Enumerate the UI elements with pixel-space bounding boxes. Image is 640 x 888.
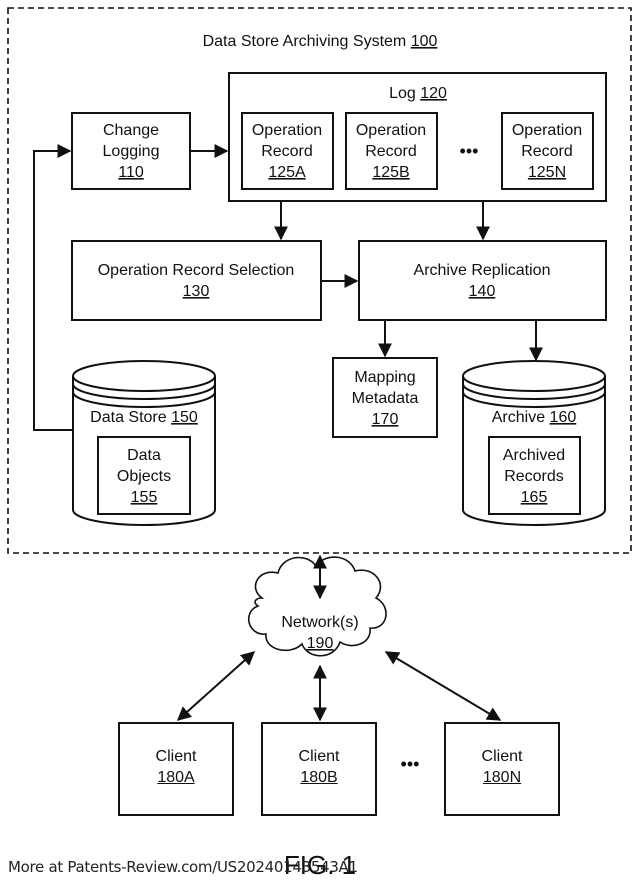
svg-text:125B: 125B: [372, 164, 409, 181]
log-ellipsis: •••: [460, 141, 479, 161]
operation-record-125a: Operation Record 125A: [241, 112, 334, 190]
network-cloud: Network(s) 190: [247, 556, 387, 657]
operation-record-selection-box: Operation Record Selection 130: [71, 240, 322, 321]
svg-text:190: 190: [307, 635, 334, 652]
svg-text:Record: Record: [521, 143, 573, 160]
svg-text:Archived: Archived: [503, 447, 565, 464]
arrow-network-client-n: [384, 651, 502, 721]
svg-text:110: 110: [118, 164, 144, 181]
client-ref: 180N: [482, 769, 522, 786]
mapping-metadata-box: Mapping Metadata 170: [332, 357, 438, 438]
svg-text:Change: Change: [103, 122, 159, 139]
svg-text:Operation: Operation: [356, 122, 426, 139]
svg-text:Data: Data: [127, 447, 161, 464]
svg-text:Operation: Operation: [512, 122, 582, 139]
client-box-180n: Client 180N: [444, 722, 560, 816]
svg-text:170: 170: [372, 411, 399, 428]
client-ref: 180B: [300, 769, 338, 786]
svg-text:Archive 160: Archive 160: [492, 409, 577, 426]
svg-text:Archive Replication: Archive Replication: [414, 262, 551, 279]
change-logging-box: Change Logging 110: [71, 112, 191, 190]
client-label: Client: [155, 748, 197, 765]
client-box-180b: Client 180B: [261, 722, 377, 816]
operation-record-125n: Operation Record 125N: [501, 112, 594, 190]
client-label: Client: [298, 748, 340, 765]
svg-text:125A: 125A: [268, 164, 306, 181]
svg-text:Record: Record: [261, 143, 313, 160]
svg-text:155: 155: [131, 489, 158, 506]
svg-text:130: 130: [183, 283, 210, 300]
svg-text:Network(s): Network(s): [281, 614, 358, 631]
data-objects-box: Data Objects 155: [97, 436, 191, 515]
system-title: Data Store Archiving System 100: [203, 33, 438, 50]
clients-ellipsis: •••: [401, 754, 420, 774]
svg-text:Metadata: Metadata: [352, 390, 419, 407]
clients-ellipsis-group: •••: [401, 754, 420, 774]
operation-record-125b: Operation Record 125B: [345, 112, 438, 190]
arrow-network-client-a: [176, 651, 256, 721]
client-box-180a: Client 180A: [118, 722, 234, 816]
svg-text:Records: Records: [504, 468, 564, 485]
svg-text:125N: 125N: [528, 164, 566, 181]
client-ref: 180A: [157, 769, 195, 786]
svg-text:Data Store 150: Data Store 150: [90, 409, 198, 426]
svg-text:140: 140: [469, 283, 496, 300]
client-label: Client: [481, 748, 523, 765]
arrow-datastore-to-changelogging: [33, 144, 73, 431]
svg-text:Operation: Operation: [252, 122, 322, 139]
svg-text:Log 120: Log 120: [389, 85, 447, 102]
svg-text:Mapping: Mapping: [354, 369, 415, 386]
svg-text:Objects: Objects: [117, 468, 171, 485]
svg-text:Record: Record: [365, 143, 417, 160]
footer-source-link[interactable]: More at Patents-Review.com/US20240143543…: [8, 858, 358, 876]
archived-records-box: Archived Records 165: [488, 436, 581, 515]
svg-text:Operation Record Selection: Operation Record Selection: [98, 262, 295, 279]
svg-text:Logging: Logging: [103, 143, 160, 160]
archive-replication-box: Archive Replication 140: [358, 240, 607, 321]
svg-text:165: 165: [521, 489, 548, 506]
